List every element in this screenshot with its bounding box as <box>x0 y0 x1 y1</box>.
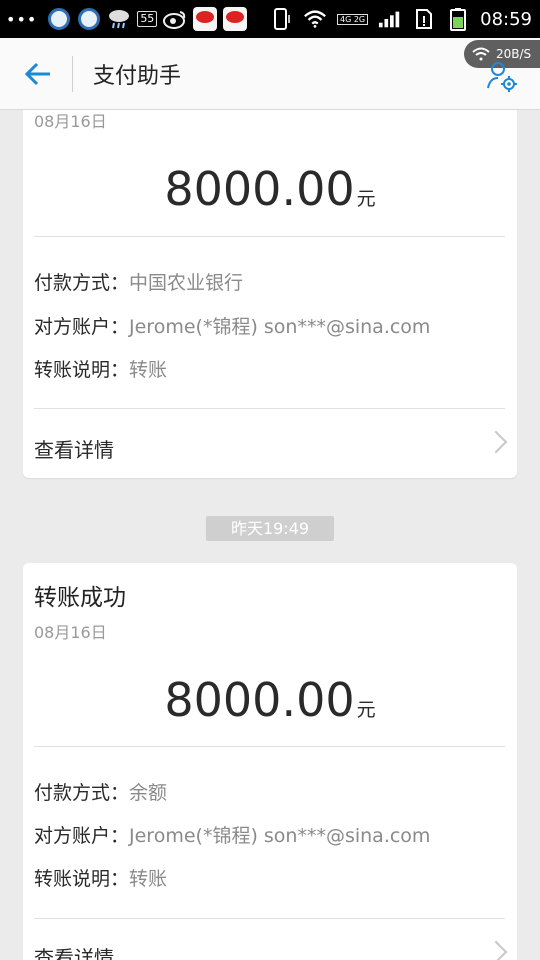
chevron-right-icon <box>484 940 508 960</box>
user-settings-icon <box>487 62 517 92</box>
card-title: 转账成功 <box>34 585 126 611</box>
sim-alert-icon <box>412 7 436 31</box>
payment-method-label: 付款方式： <box>34 782 130 804</box>
settings-button[interactable] <box>482 56 522 96</box>
sina-icon <box>193 7 218 31</box>
divider <box>34 236 505 237</box>
notification-badge: 55 <box>137 11 158 27</box>
amount-value: 8000.00 <box>164 162 355 216</box>
counterparty-value: Jerome(*锦程) son***@sina.com <box>129 316 431 338</box>
transfer-note-label: 转账说明： <box>34 359 130 381</box>
sina-icon <box>223 7 248 31</box>
payment-method-value: 中国农业银行 <box>129 272 244 294</box>
status-bar-left: ••• 55 <box>6 0 248 38</box>
payment-method-label: 付款方式： <box>34 272 130 294</box>
counterparty-value: Jerome(*锦程) son***@sina.com <box>129 825 431 847</box>
transfer-note-value: 转账 <box>129 868 168 890</box>
payment-method-value: 余额 <box>129 782 168 804</box>
qq-icon <box>47 7 71 31</box>
amount-value: 8000.00 <box>164 673 355 727</box>
arrow-left-icon <box>24 62 50 86</box>
page-title: 支付助手 <box>93 64 182 89</box>
back-button[interactable] <box>20 56 56 92</box>
overflow-dots-icon: ••• <box>6 9 38 29</box>
view-details-label: 查看详情 <box>34 946 114 960</box>
transfer-note-value: 转账 <box>129 359 168 381</box>
status-bar-right: 4G 2G 08:59 <box>269 0 532 38</box>
counterparty-label: 对方账户： <box>34 316 130 338</box>
payment-method-row: 付款方式：余额 <box>34 778 167 805</box>
amount-unit: 元 <box>356 699 376 721</box>
battery-charging-icon <box>446 7 470 31</box>
counterparty-row: 对方账户：Jerome(*锦程) son***@sina.com <box>34 821 430 848</box>
app-bar: 支付助手 20B/S <box>0 38 540 110</box>
transfer-note-row: 转账说明：转账 <box>34 355 167 382</box>
transfer-note-row: 转账说明：转账 <box>34 864 167 891</box>
transaction-amount: 8000.00 元 <box>23 162 517 216</box>
weibo-icon <box>163 7 187 31</box>
view-details-label: 查看详情 <box>34 438 114 462</box>
phone-vibrate-icon <box>269 7 293 31</box>
card-date: 08月16日 <box>34 623 107 642</box>
counterparty-label: 对方账户： <box>34 825 130 847</box>
status-time: 08:59 <box>480 8 532 30</box>
counterparty-row: 对方账户：Jerome(*锦程) son***@sina.com <box>34 312 430 339</box>
status-bar: ••• 55 4G 2G 08:59 <box>0 0 540 38</box>
transaction-card: 08月16日 8000.00 元 付款方式：中国农业银行 对方账户：Jerome(… <box>23 80 517 478</box>
transfer-note-label: 转账说明： <box>34 868 130 890</box>
qq-icon <box>77 7 101 31</box>
view-details-button[interactable]: 查看详情 <box>23 919 517 960</box>
app-bar-divider <box>72 56 73 92</box>
divider <box>34 746 505 747</box>
wifi-icon <box>303 7 327 31</box>
amount-unit: 元 <box>356 188 376 210</box>
time-divider: 昨天19:49 <box>206 516 334 541</box>
payment-method-row: 付款方式：中国农业银行 <box>34 268 243 295</box>
chevron-right-icon <box>484 430 508 454</box>
transaction-card: 转账成功 08月16日 8000.00 元 付款方式：余额 对方账户：Jerome… <box>23 563 517 960</box>
card-date: 08月16日 <box>34 112 107 131</box>
view-details-button[interactable]: 查看详情 <box>23 409 517 478</box>
transaction-amount: 8000.00 元 <box>23 673 517 727</box>
network-type-label: 4G 2G <box>337 13 369 25</box>
weather-rain-icon <box>107 7 131 31</box>
signal-icon <box>378 7 402 31</box>
